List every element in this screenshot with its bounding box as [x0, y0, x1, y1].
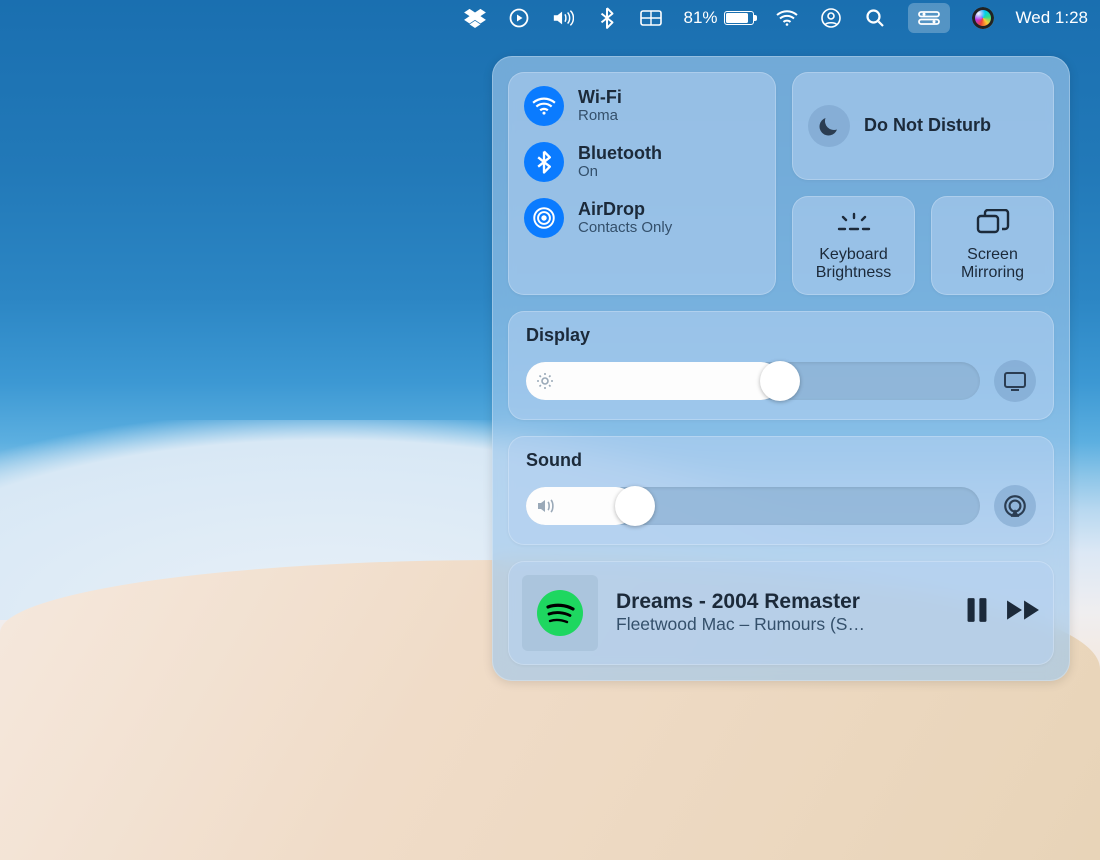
keyboard-icon: [640, 7, 662, 29]
dropbox-icon: [464, 7, 486, 29]
user-menu-item[interactable]: [820, 7, 842, 29]
clock-menu-item[interactable]: Wed 1:28: [1016, 8, 1088, 28]
sound-title: Sound: [526, 450, 1036, 471]
user-circle-icon: [820, 7, 842, 29]
bluetooth-icon: [596, 7, 618, 29]
bluetooth-menu-item[interactable]: [596, 7, 618, 29]
search-icon: [864, 7, 886, 29]
next-track-button[interactable]: [1006, 599, 1040, 626]
wifi-menu-item[interactable]: [776, 7, 798, 29]
control-center-panel: Wi-Fi Roma Bluetooth On AirDrop: [492, 56, 1070, 681]
sound-tile: Sound: [508, 436, 1054, 545]
keyboard-brightness-icon: [837, 208, 871, 236]
media-title: Dreams - 2004 Remaster: [616, 590, 948, 614]
speaker-icon: [552, 7, 574, 29]
media-subtitle: Fleetwood Mac – Rumours (S…: [616, 614, 948, 635]
dnd-title: Do Not Disturb: [864, 115, 991, 137]
siri-menu-item[interactable]: [972, 7, 994, 29]
wifi-icon: [776, 7, 798, 29]
play-circle-icon: [508, 7, 530, 29]
clock-label: Wed 1:28: [1016, 8, 1088, 28]
control-center-menu-item[interactable]: [908, 3, 950, 33]
display-tile: Display: [508, 311, 1054, 420]
bluetooth-icon: [524, 142, 564, 182]
screen-mirroring-tile[interactable]: Screen Mirroring: [931, 196, 1054, 295]
bluetooth-subtitle: On: [578, 163, 662, 180]
spotlight-menu-item[interactable]: [864, 7, 886, 29]
wifi-toggle[interactable]: Wi-Fi Roma: [524, 86, 760, 126]
battery-icon: [724, 11, 754, 25]
dropbox-menu-item[interactable]: [464, 7, 486, 29]
volume-menu-item[interactable]: [552, 7, 574, 29]
connectivity-tile: Wi-Fi Roma Bluetooth On AirDrop: [508, 72, 776, 295]
now-playing-tile[interactable]: Dreams - 2004 Remaster Fleetwood Mac – R…: [508, 561, 1054, 665]
sun-icon: [536, 372, 554, 390]
spotify-icon: [537, 590, 583, 636]
airdrop-icon: [524, 198, 564, 238]
keyboard-brightness-label: Keyboard Brightness: [798, 246, 909, 283]
airdrop-subtitle: Contacts Only: [578, 219, 672, 236]
airdrop-toggle[interactable]: AirDrop Contacts Only: [524, 198, 760, 238]
sound-volume-slider[interactable]: [526, 487, 980, 525]
wifi-subtitle: Roma: [578, 107, 622, 124]
display-title: Display: [526, 325, 1036, 346]
battery-menu-item[interactable]: 81%: [684, 8, 754, 28]
keyboard-input-menu-item[interactable]: [640, 7, 662, 29]
dnd-tile[interactable]: Do Not Disturb: [792, 72, 1054, 180]
screen-mirroring-icon: [976, 208, 1010, 236]
display-output-button[interactable]: [994, 360, 1036, 402]
pause-button[interactable]: [966, 597, 988, 628]
airdrop-title: AirDrop: [578, 200, 672, 220]
album-art: [522, 575, 598, 651]
moon-icon: [808, 105, 850, 147]
display-brightness-slider[interactable]: [526, 362, 980, 400]
sound-output-button[interactable]: [994, 485, 1036, 527]
wifi-icon: [524, 86, 564, 126]
control-center-icon: [918, 7, 940, 29]
wifi-title: Wi-Fi: [578, 88, 622, 108]
media-menu-item[interactable]: [508, 7, 530, 29]
siri-icon: [972, 7, 994, 29]
keyboard-brightness-tile[interactable]: Keyboard Brightness: [792, 196, 915, 295]
menubar: 81% Wed 1:28: [0, 0, 1100, 36]
speaker-small-icon: [536, 498, 556, 514]
bluetooth-toggle[interactable]: Bluetooth On: [524, 142, 760, 182]
battery-percent-label: 81%: [684, 8, 718, 28]
screen-mirroring-label: Screen Mirroring: [937, 246, 1048, 283]
bluetooth-title: Bluetooth: [578, 144, 662, 164]
